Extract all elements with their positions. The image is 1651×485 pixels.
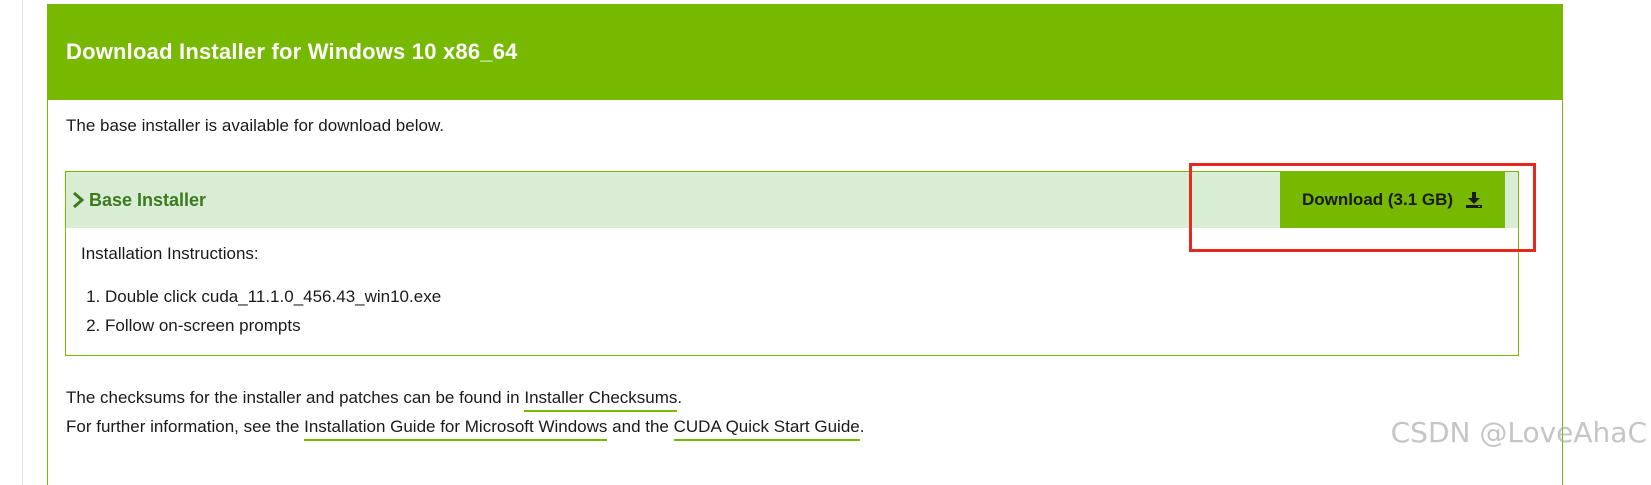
chevron-right-icon [70,192,86,208]
installer-checksums-link[interactable]: Installer Checksums [524,388,678,412]
download-icon [1465,191,1483,209]
list-item: Double click cuda_11.1.0_456.43_win10.ex… [105,282,441,311]
checksums-prefix: The checksums for the installer and patc… [66,388,520,407]
checksums-text: The checksums for the installer and patc… [66,388,683,412]
intro-text: The base installer is available for down… [66,116,445,135]
checksums-suffix: . [677,388,683,407]
page: Download Installer for Windows 10 x86_64… [0,0,1651,485]
further-info-middle: and the [612,417,669,436]
download-button-label: Download (3.1 GB) [1301,190,1454,209]
base-installer-label: Base Installer [89,189,207,210]
base-installer-toggle[interactable]: Base Installer Download (3.1 GB) [66,172,1518,228]
download-button[interactable]: Download (3.1 GB) [1280,172,1505,228]
panel-header: Download Installer for Windows 10 x86_64 [48,4,1562,100]
further-info-text: For further information, see the Install… [66,417,865,441]
divider [22,0,23,485]
download-panel: Download Installer for Windows 10 x86_64… [47,4,1563,485]
quick-start-guide-link[interactable]: CUDA Quick Start Guide [673,417,860,441]
panel-title: Download Installer for Windows 10 x86_64 [66,39,518,64]
installation-guide-link[interactable]: Installation Guide for Microsoft Windows [304,417,608,441]
further-info-suffix: . [859,417,865,436]
list-item: Follow on-screen prompts [105,311,441,340]
further-info-prefix: For further information, see the [66,417,300,436]
installation-instructions: Installation Instructions: Double click … [81,244,441,340]
instructions-steps: Double click cuda_11.1.0_456.43_win10.ex… [81,282,441,340]
watermark: CSDN @LoveAhaC [1390,416,1647,449]
instructions-heading: Installation Instructions: [81,244,259,263]
base-installer-section: Base Installer Download (3.1 GB) Install [65,171,1519,356]
